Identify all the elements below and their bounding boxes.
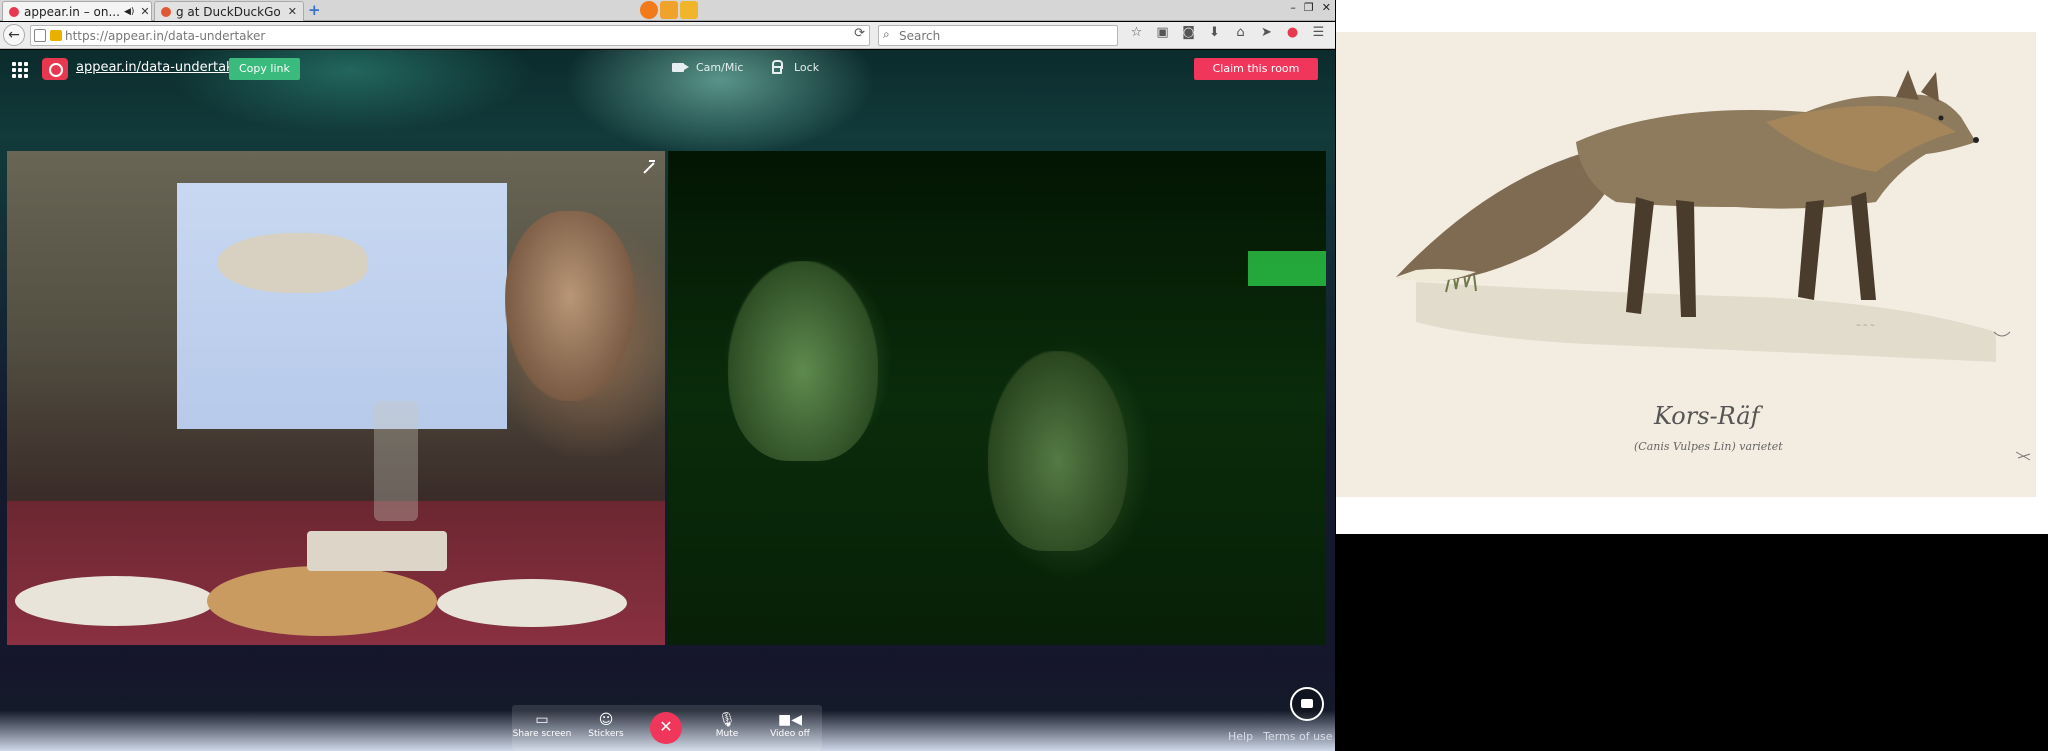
person-face bbox=[505, 211, 635, 401]
extension-icon[interactable]: ● bbox=[1284, 25, 1301, 40]
search-icon: ⌕ bbox=[883, 27, 890, 41]
share-screen-button[interactable]: ▭ Share screen bbox=[512, 711, 572, 739]
url-input[interactable] bbox=[65, 27, 825, 44]
cam-mic-label: Cam/Mic bbox=[696, 61, 744, 74]
help-link[interactable]: Help bbox=[1228, 730, 1253, 743]
chat-icon[interactable] bbox=[1290, 687, 1324, 721]
stickers-button[interactable]: ☺ Stickers bbox=[576, 711, 636, 739]
appear-in-room-page: appear.in/data-undertaker Copy link Cam/… bbox=[0, 50, 1335, 751]
camera-icon bbox=[672, 63, 689, 72]
projected-screen bbox=[177, 183, 507, 429]
copy-link-button[interactable]: Copy link bbox=[229, 58, 300, 80]
microphone-icon: 🎙 bbox=[718, 712, 736, 728]
back-button[interactable]: ← bbox=[3, 24, 25, 46]
firefox-icon[interactable] bbox=[640, 1, 658, 19]
plate bbox=[15, 576, 215, 626]
menu-grid-icon[interactable] bbox=[12, 62, 28, 78]
smiley-icon: ☺ bbox=[598, 712, 614, 728]
site-info-icon[interactable] bbox=[34, 29, 46, 42]
stickers-label: Stickers bbox=[588, 729, 624, 739]
person-face bbox=[988, 351, 1128, 551]
close-window-icon[interactable]: ✕ bbox=[1322, 1, 1331, 14]
mute-button[interactable]: 🎙 Mute bbox=[697, 711, 757, 739]
clipboard-icon[interactable]: ▣ bbox=[1154, 25, 1171, 40]
hamburger-menu-icon[interactable]: ☰ bbox=[1310, 25, 1327, 40]
video-off-label: Video off bbox=[770, 729, 810, 739]
call-controls-bar: ▭ Share screen ☺ Stickers ✕ 🎙 Mute ■◀ Vi… bbox=[512, 705, 822, 751]
desktop-screen: appear.in – on... ◀) ✕ g at DuckDuckGo ✕… bbox=[0, 0, 2048, 751]
tray-icons bbox=[640, 1, 698, 19]
minimize-icon[interactable]: – bbox=[1290, 1, 1296, 14]
screen-icon: ▭ bbox=[535, 712, 549, 728]
background-light bbox=[1248, 251, 1326, 286]
lock-icon bbox=[772, 59, 783, 74]
home-icon[interactable]: ⌂ bbox=[1232, 25, 1249, 40]
tab-duckduckgo[interactable]: g at DuckDuckGo ✕ bbox=[154, 1, 304, 21]
window-controls: – ❐ ✕ bbox=[1290, 1, 1331, 14]
hang-up-button[interactable]: ✕ bbox=[650, 712, 682, 744]
appear-in-logo[interactable] bbox=[42, 58, 68, 80]
share-screen-label: Share screen bbox=[512, 729, 572, 739]
url-bar[interactable]: ⟳ bbox=[30, 25, 870, 46]
white-margin-top bbox=[1336, 0, 2048, 32]
claim-room-button[interactable]: Claim this room bbox=[1194, 58, 1318, 80]
close-tab-icon[interactable]: ✕ bbox=[282, 5, 297, 18]
tab-bar: appear.in – on... ◀) ✕ g at DuckDuckGo ✕… bbox=[0, 0, 1335, 21]
white-margin-bottom bbox=[1336, 497, 2048, 534]
speaker-icon[interactable]: ◀) bbox=[124, 7, 134, 17]
appear-in-favicon-icon bbox=[9, 6, 19, 17]
bookmark-star-icon[interactable]: ☆ bbox=[1128, 25, 1145, 40]
video-camera-icon: ■◀ bbox=[778, 712, 802, 728]
tab-label: g at DuckDuckGo bbox=[176, 4, 281, 19]
video-off-button[interactable]: ■◀ Video off bbox=[760, 711, 820, 739]
fox-illustration: ~ ~ ~ Kors-Räf (Canis Vulpes Lin) variet… bbox=[1336, 32, 2036, 497]
download-icon[interactable]: ⬇ bbox=[1206, 25, 1223, 40]
illustration-title: Kors-Räf bbox=[1654, 402, 1760, 430]
camera-sharing-icon[interactable] bbox=[660, 1, 678, 19]
tab-appear-in[interactable]: appear.in – on... ◀) ✕ bbox=[2, 1, 152, 21]
plate bbox=[437, 579, 627, 627]
tab-label: appear.in – on... bbox=[24, 4, 120, 19]
terms-link[interactable]: Terms of use bbox=[1263, 730, 1332, 743]
room-link[interactable]: appear.in/data-undertaker bbox=[76, 60, 246, 75]
search-bar[interactable]: ⌕ bbox=[878, 25, 1118, 46]
restore-icon[interactable]: ❐ bbox=[1304, 1, 1314, 14]
lock-label: Lock bbox=[794, 61, 820, 74]
camera-permission-icon[interactable] bbox=[50, 30, 62, 41]
nav-bar: ← ⟳ ⌕ ☆ ▣ ◙ ⬇ ⌂ ➤ ● ☰ bbox=[0, 22, 1335, 49]
duckduckgo-favicon-icon bbox=[161, 6, 171, 17]
person-face bbox=[728, 261, 878, 461]
new-tab-button[interactable]: + bbox=[308, 1, 321, 19]
mute-label: Mute bbox=[715, 729, 739, 739]
white-margin-right bbox=[2036, 32, 2048, 497]
pie bbox=[207, 566, 437, 636]
expand-icon[interactable] bbox=[641, 160, 657, 176]
send-icon[interactable]: ➤ bbox=[1258, 25, 1275, 40]
video-tile-dinner-table[interactable] bbox=[7, 151, 665, 645]
search-input[interactable] bbox=[899, 27, 1109, 44]
cam-mic-button[interactable]: Cam/Mic bbox=[672, 61, 743, 74]
illustration-subtitle: (Canis Vulpes Lin) varietet bbox=[1634, 440, 1783, 453]
artist-signature: ~ ~ ~ bbox=[1856, 322, 1875, 329]
lock-button[interactable]: Lock bbox=[772, 59, 820, 74]
toolbar-icons: ☆ ▣ ◙ ⬇ ⌂ ➤ ● ☰ bbox=[1128, 25, 1327, 40]
projected-fox bbox=[217, 233, 367, 293]
microphone-sharing-icon[interactable] bbox=[680, 1, 698, 19]
video-tile-two-people[interactable] bbox=[668, 151, 1326, 645]
browser-window: appear.in – on... ◀) ✕ g at DuckDuckGo ✕… bbox=[0, 0, 1335, 751]
flower-vase bbox=[374, 401, 418, 521]
candle-holder bbox=[307, 531, 447, 571]
footer-links: Help Terms of use bbox=[1228, 730, 1333, 743]
close-tab-icon[interactable]: ✕ bbox=[134, 5, 149, 18]
pocket-icon[interactable]: ◙ bbox=[1180, 25, 1197, 40]
reload-icon[interactable]: ⟳ bbox=[854, 26, 865, 41]
